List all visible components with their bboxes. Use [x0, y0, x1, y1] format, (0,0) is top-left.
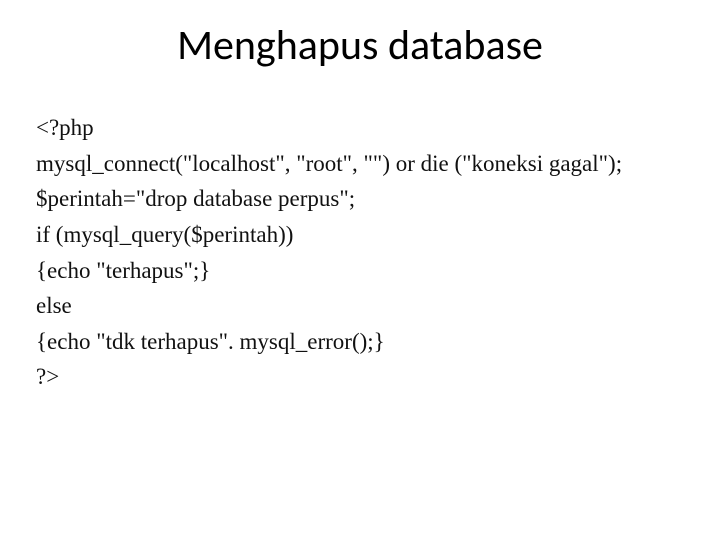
code-line: if (mysql_query($perintah))	[36, 217, 684, 253]
code-line: mysql_connect("localhost", "root", "") o…	[36, 146, 684, 182]
code-line: <?php	[36, 110, 684, 146]
code-block: <?php mysql_connect("localhost", "root",…	[36, 110, 684, 395]
code-line: {echo "terhapus";}	[36, 253, 684, 289]
slide: Menghapus database <?php mysql_connect("…	[0, 0, 720, 540]
code-line: {echo "tdk terhapus". mysql_error();}	[36, 324, 684, 360]
code-line: else	[36, 288, 684, 324]
code-line: ?>	[36, 359, 684, 395]
slide-title: Menghapus database	[0, 20, 720, 71]
code-line: $perintah="drop database perpus";	[36, 181, 684, 217]
